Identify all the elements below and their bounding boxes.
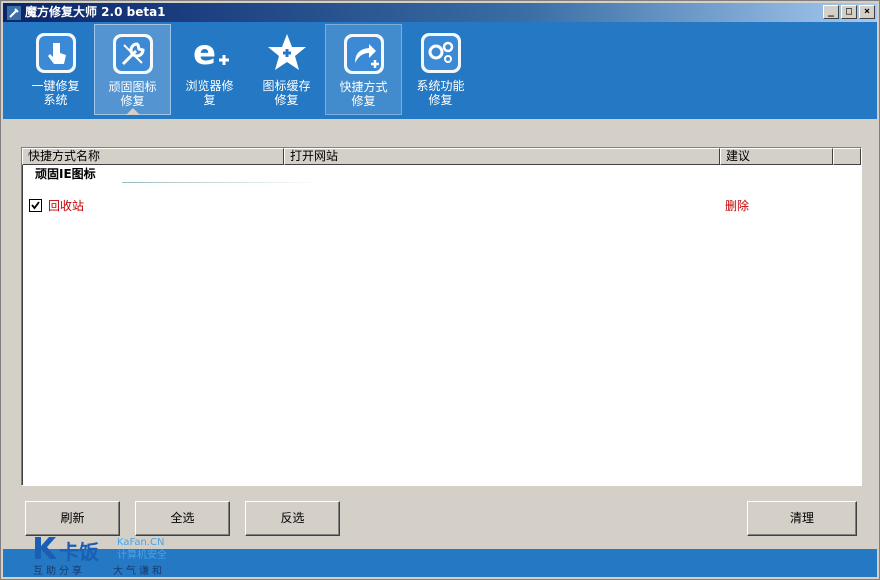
tab-one-click-repair[interactable]: 一键修复 系统 [17,24,94,115]
tab-label: 顽固图标 修复 [108,80,157,108]
domain-text: KaFan.CN [117,537,164,548]
tab-icon-cache-repair[interactable]: 图标缓存 修复 [248,24,325,115]
list-item[interactable]: 回收站 删除 [22,196,860,214]
brand-text: 卡饭 [59,540,99,564]
tab-label: 图标缓存 修复 [262,79,311,107]
hand-touch-icon [32,29,80,77]
invert-selection-button[interactable]: 反选 [245,501,340,536]
checkmark-icon [31,200,40,209]
active-tab-indicator [125,108,140,115]
close-button[interactable]: × [859,5,875,19]
tab-stubborn-icon-repair[interactable]: 顽固图标 修复 [94,24,171,115]
maximize-button[interactable]: □ [841,5,857,19]
wrench-app-icon [7,5,21,20]
wrench-tools-icon [109,30,157,78]
group-divider [122,182,322,183]
column-header-filler [833,148,861,165]
column-header-suggestion[interactable]: 建议 [720,148,833,165]
tab-label: 快捷方式 修复 [339,80,388,108]
group-header: 顽固IE图标 [35,167,96,181]
star-plus-icon [263,29,311,77]
right-motto-text: 大气谦和 [113,564,165,577]
item-action-delete[interactable]: 删除 [725,197,749,214]
tab-browser-repair[interactable]: e 浏览器修 复 [171,24,248,115]
app-window: 魔方修复大师 2.0 beta1 _ □ × 一键修复 系统 顽固图标 修复 e… [0,0,880,580]
minimize-button[interactable]: _ [823,5,839,19]
window-title: 魔方修复大师 2.0 beta1 [25,5,166,19]
left-motto-text: 互助分享 [33,564,85,577]
title-bar[interactable]: 魔方修复大师 2.0 beta1 _ □ × [3,3,877,22]
item-name: 回收站 [48,198,85,213]
clean-button[interactable]: 清理 [747,501,857,536]
tagline-text: 计算机安全 [117,548,167,561]
shortcut-list-view[interactable]: 快捷方式名称 打开网站 建议 顽固IE图标 回收站 删除 [21,147,862,486]
tab-label: 一键修复 系统 [31,79,80,107]
item-checkbox[interactable] [29,198,42,212]
tab-label: 系统功能 修复 [416,79,465,107]
kafan-watermark: 卡饭 KaFan.CN 计算机安全 互助分享 大气谦和 [31,533,181,579]
tab-system-function-repair[interactable]: 系统功能 修复 [402,24,479,115]
refresh-button[interactable]: 刷新 [25,501,120,536]
svg-text:e: e [193,33,216,73]
list-header: 快捷方式名称 打开网站 建议 [22,148,861,165]
browser-e-plus-icon: e [186,29,234,77]
tab-shortcut-repair[interactable]: 快捷方式 修复 [325,24,402,115]
shortcut-arrow-icon [340,30,388,78]
tab-label: 浏览器修 复 [185,79,234,107]
main-toolbar: 一键修复 系统 顽固图标 修复 e 浏览器修 复 图标缓存 修复 快捷方式 修复… [3,22,877,119]
select-all-button[interactable]: 全选 [135,501,230,536]
column-header-open-site[interactable]: 打开网站 [284,148,720,165]
column-header-shortcut-name[interactable]: 快捷方式名称 [22,148,284,165]
gears-icon [417,29,465,77]
